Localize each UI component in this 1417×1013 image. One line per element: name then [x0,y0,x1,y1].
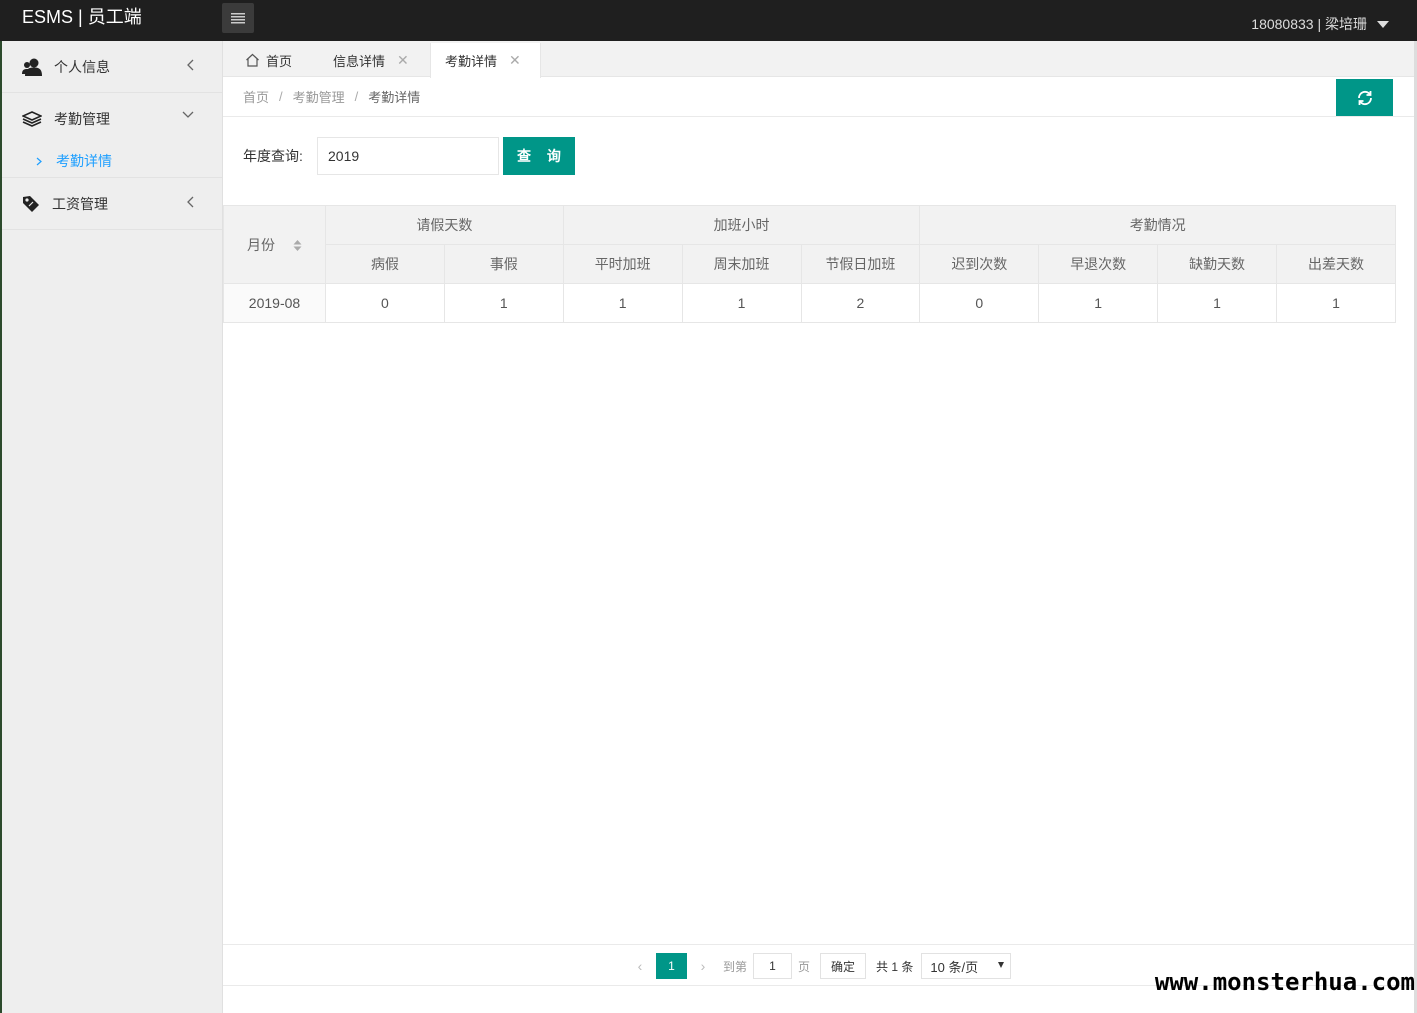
table-cell: 1 [562,283,683,323]
user-menu[interactable]: 18080833 | 梁培珊 [1251,14,1389,34]
year-input[interactable] [317,137,499,175]
group-header-attendance: 考勤情况 [919,205,1396,245]
year-search-label: 年度查询: [243,148,303,164]
top-navbar: ESMS | 员工端 18080833 | 梁培珊 [0,0,1417,41]
sidebar-item-label: 考勤管理 [54,111,110,127]
page-label: 页 [798,959,811,974]
column-header: 事假 [443,244,564,284]
home-icon [246,53,259,67]
table-row: 2019-08 0 1 1 1 2 0 1 1 1 [223,283,1396,323]
pagination: ‹ 1 › 到第 页 确定 共 1 条 10 条/页 [626,953,1012,979]
breadcrumb-separator: / [354,89,359,104]
sidebar-item-label: 个人信息 [54,58,110,75]
user-icon [22,58,42,76]
column-header: 节假日加班 [800,244,921,284]
next-page-icon[interactable]: › [689,958,717,974]
breadcrumb-item-home[interactable]: 首页 [243,87,269,106]
goto-confirm-button[interactable]: 确定 [820,953,867,979]
table-cell: 1 [681,283,802,323]
sort-icon[interactable] [293,239,302,252]
column-header-month[interactable]: 月份 [223,205,326,284]
chevron-left-icon [187,196,194,208]
column-header: 出差天数 [1276,244,1396,284]
sidebar-subitem-attendance-detail[interactable]: 考勤详情 [2,145,222,178]
column-header: 早退次数 [1038,244,1159,284]
tab-label: 考勤详情 [445,54,498,69]
column-header: 周末加班 [681,244,802,284]
table-cell: 0 [325,283,445,323]
chevron-right-icon [36,157,42,165]
group-header-overtime-hours: 加班小时 [562,205,921,245]
menu-icon [231,12,245,23]
column-header: 缺勤天数 [1157,244,1277,284]
refresh-button[interactable] [1336,79,1393,116]
tab-attendance-detail[interactable]: 考勤详情 ✕ [430,43,541,78]
chevron-down-icon [182,111,194,118]
page-size-select[interactable]: 10 条/页 [921,953,1012,979]
table-cell: 1 [1276,283,1396,323]
column-header: 平时加班 [562,244,683,284]
table-cell: 1 [443,283,564,323]
tab-home[interactable]: 首页 [245,43,292,77]
caret-down-icon [1377,20,1389,28]
tag-icon [23,195,39,212]
tab-info-detail[interactable]: 信息详情 ✕ [333,43,409,77]
breadcrumb-separator: / [279,89,283,104]
column-header: 迟到次数 [919,244,1040,284]
page-size-value: 10 条/页 [930,959,979,975]
table-cell-month: 2019-08 [223,283,326,323]
app-brand: ESMS | 员工端 [22,7,142,27]
close-icon[interactable]: ✕ [397,52,409,69]
group-header-leave-days: 请假天数 [325,205,564,245]
sidebar-subitem-label: 考勤详情 [56,153,112,169]
close-icon[interactable]: ✕ [509,52,521,69]
year-search-form: 年度查询: 查 询 [243,137,575,175]
refresh-icon [1357,90,1372,105]
sidebar-item-personal-info[interactable]: 个人信息 [2,41,222,93]
watermark-text: www.monsterhua.com [1154,968,1415,996]
sidebar-item-attendance[interactable]: 考勤管理 [2,93,222,145]
search-button[interactable]: 查 询 [503,137,575,175]
tab-label: 信息详情 [333,53,386,69]
table-cell: 0 [919,283,1040,323]
table-cell: 1 [1157,283,1277,323]
table-cell: 2 [800,283,921,323]
dropdown-arrow-icon [998,962,1005,968]
page-number-current[interactable]: 1 [656,953,687,979]
chevron-left-icon [187,59,194,71]
layers-icon [22,111,42,127]
breadcrumb-item-attendance[interactable]: 考勤管理 [293,87,345,106]
breadcrumb-item-current: 考勤详情 [368,90,421,105]
tab-label: 首页 [266,53,293,69]
attendance-table: 月份 请假天数 加班小时 考勤情况 病假 事假 平时加班 周末加班 节假日加班 … [223,205,1396,323]
goto-page-input[interactable] [753,953,793,979]
user-label: 18080833 | 梁培珊 [1251,16,1367,32]
column-header: 病假 [325,244,445,284]
total-count: 共 1 条 [876,959,914,974]
menu-toggle-button[interactable] [222,3,254,33]
table-cell: 1 [1038,283,1159,323]
tab-bar: 首页 信息详情 ✕ 考勤详情 ✕ [223,41,1414,78]
sidebar-item-label: 工资管理 [52,195,108,212]
prev-page-icon[interactable]: ‹ [626,958,654,974]
sidebar: 个人信息 考勤管理 考勤详情 工资管理 [0,41,223,1013]
breadcrumb: 首页 / 考勤管理 / 考勤详情 [223,77,1414,117]
goto-label: 到第 [723,959,748,974]
sidebar-item-salary[interactable]: 工资管理 [2,178,222,230]
